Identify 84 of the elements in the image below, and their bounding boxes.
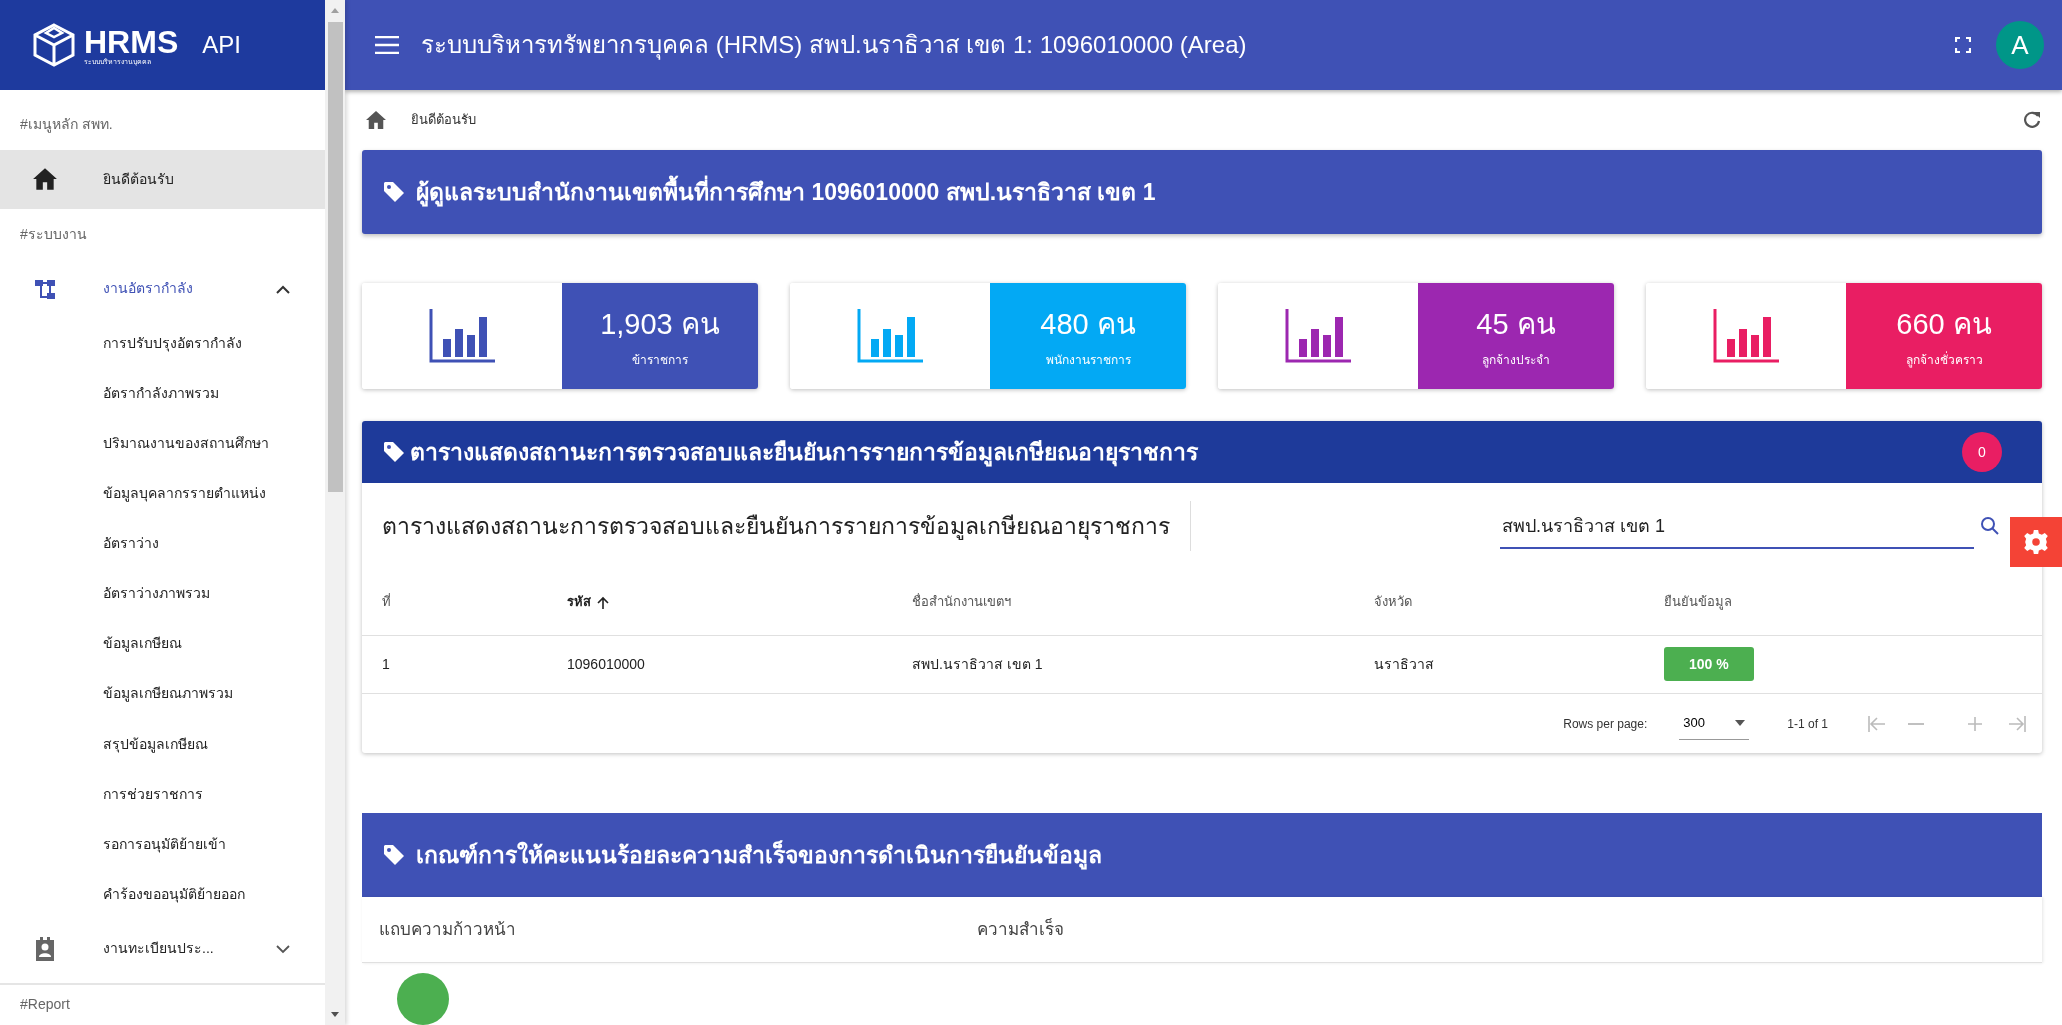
refresh-icon xyxy=(2022,110,2042,130)
api-label: API xyxy=(202,30,241,60)
dropdown-caret-icon xyxy=(1735,720,1746,726)
sidebar-item[interactable]: งานทะเบียนประ... xyxy=(0,919,325,979)
stat-value: 45 คน xyxy=(1476,307,1556,343)
logo-text: HRMS xyxy=(84,25,179,58)
tag-icon xyxy=(382,843,406,867)
first-page-icon xyxy=(1866,713,1888,734)
home-icon xyxy=(32,167,58,192)
status-badge: 100 % xyxy=(1664,646,1754,681)
refresh-button[interactable] xyxy=(2022,110,2042,130)
fullscreen-button[interactable] xyxy=(1955,37,1971,53)
rows-per-page-label: Rows per page: xyxy=(1563,715,1648,733)
stat-label: ข้าราชการ xyxy=(632,351,688,369)
section-label: #เมนูหลัก สพท. xyxy=(19,115,114,135)
pagination-button[interactable] xyxy=(1866,713,1888,734)
search-icon xyxy=(1980,516,2000,536)
submenu-item[interactable]: รอการอนุมัติย้ายเข้า xyxy=(0,819,325,870)
page-title: ระบบบริหารทรัพยากรบุคคล (HRMS) สพป.นราธิวาส เขต 1: 1096010000 (Area) xyxy=(421,30,1247,60)
bar-chart-icon xyxy=(429,309,495,363)
section-label: #Report xyxy=(19,995,71,1015)
submenu-item[interactable]: อัตรากำลังภาพรวม xyxy=(0,368,325,419)
sidebar-item[interactable]: ยินดีต้อนรับ xyxy=(0,149,325,210)
search-field[interactable]: สพป.นราธิวาส เขต 1 xyxy=(1500,503,1974,549)
sidebar-item[interactable]: งานอัตรากำลัง xyxy=(0,259,325,319)
banner-title: ผู้ดูแลระบบสำนักงานเขตพื้นที่การศึกษา 1096010000 สพป.นราธิวาส เขต 1 xyxy=(416,174,1156,210)
tag-icon xyxy=(382,440,406,464)
chevron-up-icon xyxy=(275,283,291,294)
minus-icon xyxy=(1908,722,1924,725)
table-cell: 1096010000 xyxy=(547,635,892,693)
breadcrumb-text: ยินดีต้อนรับ xyxy=(411,111,476,130)
table-cell: สพป.นราธิวาส เขต 1 xyxy=(892,635,1354,693)
contact-card-icon xyxy=(33,935,57,962)
progress-circle xyxy=(397,973,449,1025)
scroll-up-icon[interactable] xyxy=(330,6,340,14)
column-header[interactable]: ชื่อสำนักงานเขตฯ xyxy=(892,569,1354,635)
column-header: ความสำเร็จ xyxy=(977,917,1064,941)
stat-value: 480 คน xyxy=(1040,307,1136,343)
stat-value: 660 คน xyxy=(1896,307,1992,343)
menu-icon xyxy=(375,36,399,54)
submenu-item[interactable]: ข้อมูลเกษียณภาพรวม xyxy=(0,668,325,719)
column-header[interactable]: จังหวัด xyxy=(1354,569,1644,635)
submenu-item[interactable]: การช่วยราชการ xyxy=(0,769,325,820)
menu-button[interactable] xyxy=(375,36,399,54)
fullscreen-icon xyxy=(1955,37,1971,53)
table-card-title: ตารางแสดงสถานะการตรวจสอบและยืนยันการรายการข้อมูลเกษียณอายุราชการ xyxy=(410,437,1198,469)
bar-chart-icon xyxy=(1285,309,1351,363)
arrow-up-icon xyxy=(596,595,610,610)
stat-value: 1,903 คน xyxy=(600,307,720,343)
table-cell: นราธิวาส xyxy=(1354,635,1644,693)
column-header[interactable]: รหัส xyxy=(547,569,892,635)
submenu-item[interactable]: อัตราว่าง xyxy=(0,518,325,569)
submenu-item[interactable]: ข้อมูลเกษียณ xyxy=(0,618,325,669)
submenu-item[interactable]: อัตราว่างภาพรวม xyxy=(0,568,325,619)
scroll-down-icon[interactable] xyxy=(330,1011,340,1019)
submenu-item[interactable]: สรุปข้อมูลเกษียณ xyxy=(0,719,325,769)
bar-chart-icon xyxy=(857,309,923,363)
settings-icon xyxy=(2023,529,2049,555)
rows-per-page-select[interactable]: 300 xyxy=(1679,707,1750,740)
table-title: ตารางแสดงสถานะการตรวจสอบและยืนยันการรายการข้อมูลเกษียณอายุราชการ xyxy=(382,501,1191,551)
last-page-icon xyxy=(2006,713,2028,734)
column-header[interactable]: ยืนยันข้อมูล xyxy=(1644,569,2042,635)
tag-icon xyxy=(382,180,406,204)
stat-label: พนักงานราชการ xyxy=(1045,351,1131,369)
page-range: 1-1 of 1 xyxy=(1787,715,1828,733)
column-header: แถบความก้าวหน้า xyxy=(379,918,517,941)
section-label: #ระบบงาน xyxy=(19,224,88,244)
settings-button[interactable] xyxy=(2010,517,2062,567)
count-badge: 0 xyxy=(1962,432,2002,472)
submenu-item[interactable]: การปรับปรุงอัตรากำลัง xyxy=(0,318,325,369)
submenu-item[interactable]: คำร้องขออนุมัติย้ายออก xyxy=(0,869,325,920)
stat-label: ลูกจ้างประจำ xyxy=(1482,351,1550,369)
stat-label: ลูกจ้างชั่วคราว xyxy=(1905,350,1983,369)
bar-chart-icon xyxy=(1713,309,1779,363)
column-header[interactable]: ที่ xyxy=(362,569,547,635)
submenu-item[interactable]: ปริมาณงานของสถานศึกษา xyxy=(0,418,325,469)
pagination-button[interactable] xyxy=(2006,713,2028,734)
scrollbar[interactable] xyxy=(325,0,345,1025)
criteria-title: เกณฑ์การให้คะแนนร้อยละความสำเร็จของการดำเนินการยืนยันข้อมูล xyxy=(416,839,1102,872)
user-avatar[interactable]: A xyxy=(1996,21,2044,69)
submenu-item[interactable]: ข้อมูลบุคลากรรายตำแหน่ง xyxy=(0,468,325,519)
table-cell: 1 xyxy=(362,635,547,693)
chevron-down-icon xyxy=(275,943,291,954)
home-icon xyxy=(365,110,387,130)
